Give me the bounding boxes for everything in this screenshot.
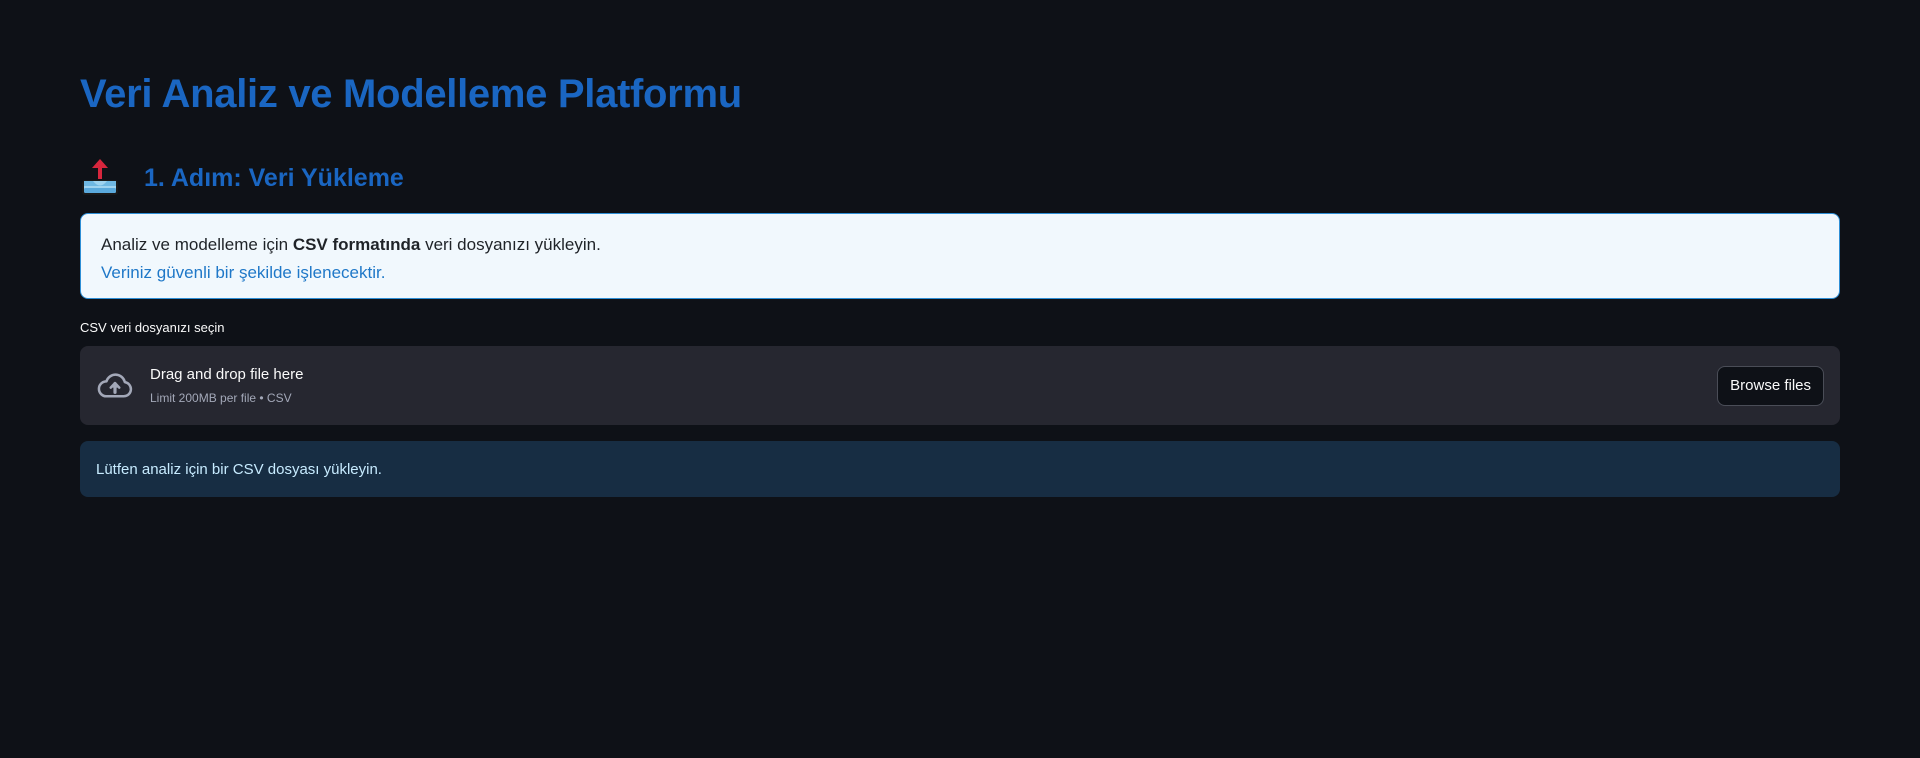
file-uploader-label: CSV veri dosyanızı seçin	[80, 320, 225, 335]
app-root: Veri Analiz ve Modelleme Platformu 1. Ad…	[0, 0, 1920, 758]
inbox-upload-icon	[80, 158, 120, 198]
info-instruction-prefix: Analiz ve modelleme için	[101, 235, 293, 254]
step-header: 1. Adım: Veri Yükleme	[80, 158, 404, 198]
dropzone-limit: Limit 200MB per file • CSV	[150, 391, 292, 405]
info-instruction: Analiz ve modelleme için CSV formatında …	[101, 234, 1819, 256]
page-title: Veri Analiz ve Modelleme Platformu	[80, 72, 742, 116]
info-instruction-bold: CSV formatında	[292, 235, 421, 254]
dropzone-text: Drag and drop file here Limit 200MB per …	[150, 365, 303, 406]
info-instruction-suffix: veri dosyanızı yükleyin.	[420, 235, 601, 254]
upload-info-alert: Lütfen analiz için bir CSV dosyası yükle…	[80, 441, 1840, 497]
file-dropzone[interactable]: Drag and drop file here Limit 200MB per …	[80, 346, 1840, 425]
dropzone-instruction: Drag and drop file here	[150, 366, 304, 383]
info-security-note: Veriniz güvenli bir şekilde işlenecektir…	[101, 263, 386, 282]
info-card: Analiz ve modelleme için CSV formatında …	[80, 213, 1840, 299]
cloud-upload-icon	[96, 367, 134, 405]
browse-files-button[interactable]: Browse files	[1717, 365, 1824, 406]
step-title: 1. Adım: Veri Yükleme	[144, 163, 404, 192]
alert-message: Lütfen analiz için bir CSV dosyası yükle…	[96, 460, 382, 478]
